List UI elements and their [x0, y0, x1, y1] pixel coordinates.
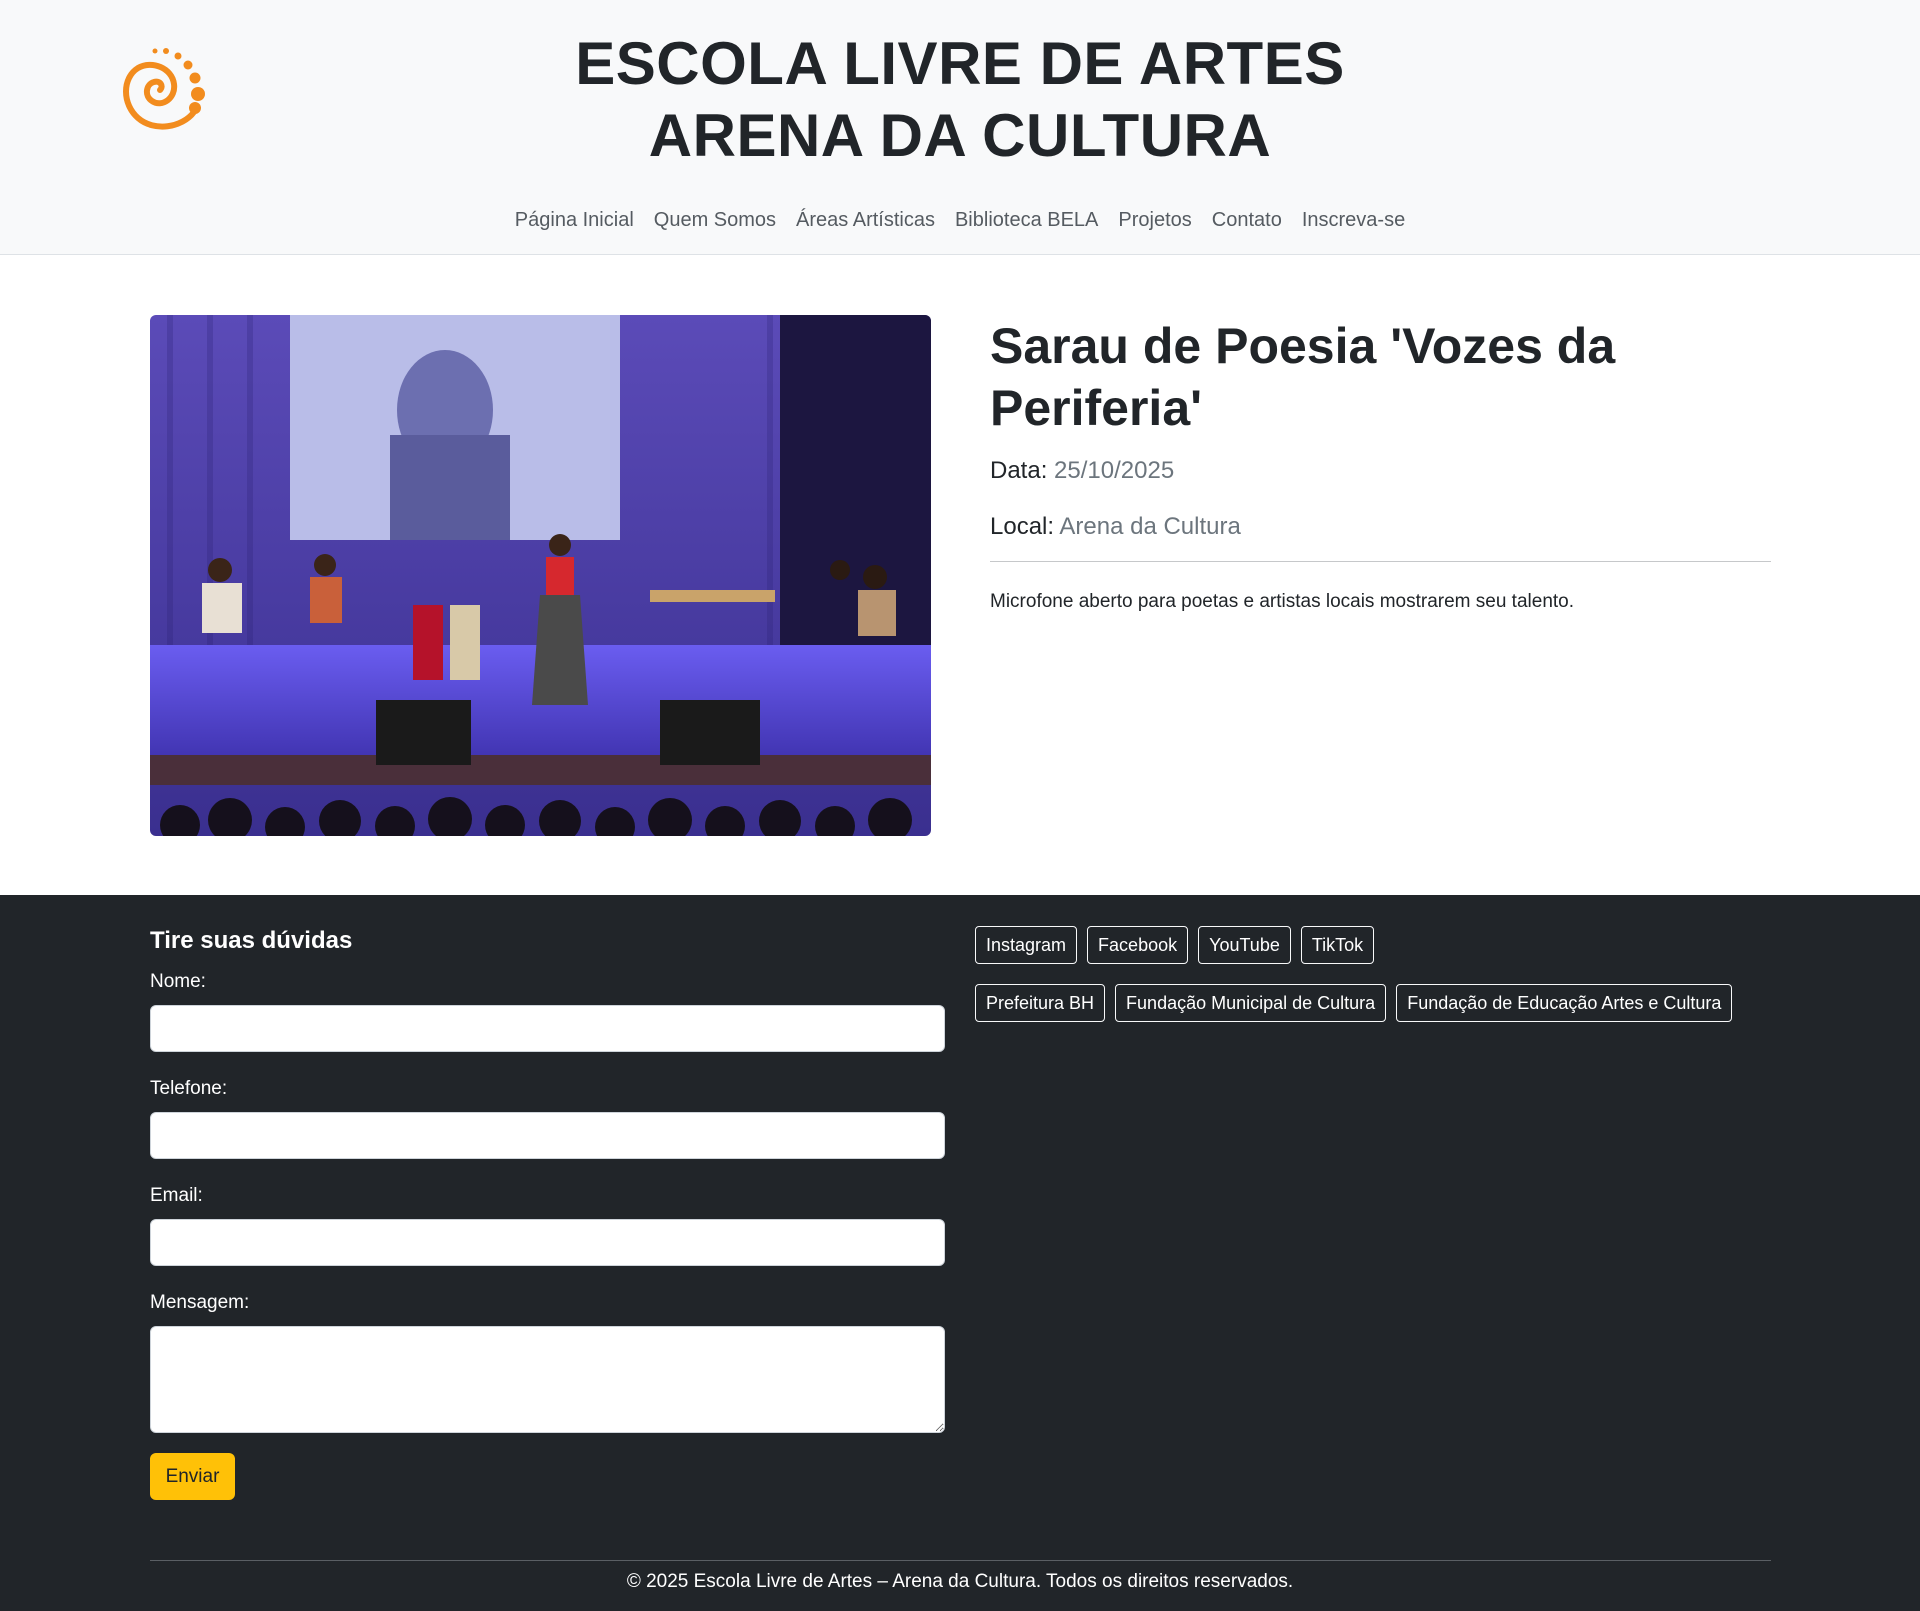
message-field[interactable] — [150, 1326, 945, 1433]
site-footer: Tire suas dúvidas Nome: Telefone: Email:… — [0, 895, 1920, 1611]
nav-art-areas[interactable]: Áreas Artísticas — [796, 206, 935, 234]
site-title-line1: ESCOLA LIVRE DE ARTES — [575, 30, 1345, 97]
footer-divider — [150, 1560, 1771, 1561]
event-date-label: Data: — [990, 457, 1048, 484]
event-details: Sarau de Poesia 'Vozes da Periferia' Dat… — [990, 315, 1771, 616]
nav-about[interactable]: Quem Somos — [654, 206, 776, 234]
main-nav: Página Inicial Quem Somos Áreas Artístic… — [0, 206, 1920, 234]
facebook-link[interactable]: Facebook — [1087, 926, 1189, 964]
phone-label: Telefone: — [150, 1078, 228, 1099]
tiktok-link[interactable]: TikTok — [1300, 926, 1375, 964]
youtube-link[interactable]: YouTube — [1198, 926, 1291, 964]
event-place-label: Local: — [990, 513, 1055, 540]
fmc-link[interactable]: Fundação Municipal de Cultura — [1115, 984, 1387, 1022]
site-title: ESCOLA LIVRE DE ARTES ARENA DA CULTURA — [0, 28, 1920, 172]
name-label: Nome: — [150, 971, 206, 992]
partner-links: Prefeitura BH Fundação Municipal de Cult… — [975, 984, 1733, 1022]
nav-contact[interactable]: Contato — [1212, 206, 1282, 234]
send-button[interactable]: Enviar — [150, 1453, 235, 1500]
event-place: Local: Arena da Cultura — [990, 511, 1771, 543]
name-field[interactable] — [150, 1005, 945, 1052]
message-label: Mensagem: — [150, 1292, 250, 1313]
site-header: ESCOLA LIVRE DE ARTES ARENA DA CULTURA P… — [0, 0, 1920, 255]
email-label: Email: — [150, 1185, 203, 1206]
prefeitura-link[interactable]: Prefeitura BH — [975, 984, 1106, 1022]
event-photo — [150, 315, 931, 836]
site-title-line2: ARENA DA CULTURA — [648, 102, 1272, 169]
nav-projects[interactable]: Projetos — [1118, 206, 1191, 234]
phone-field[interactable] — [150, 1112, 945, 1159]
event-title: Sarau de Poesia 'Vozes da Periferia' — [990, 318, 1616, 436]
email-field[interactable] — [150, 1219, 945, 1266]
divider — [990, 561, 1771, 562]
contact-form-title: Tire suas dúvidas — [150, 927, 353, 954]
instagram-link[interactable]: Instagram — [975, 926, 1078, 964]
event-place-value: Arena da Cultura — [1059, 513, 1241, 540]
nav-home[interactable]: Página Inicial — [515, 206, 634, 234]
fundacao-educacao-link[interactable]: Fundação de Educação Artes e Cultura — [1396, 984, 1733, 1022]
social-links: Instagram Facebook YouTube TikTok — [975, 926, 1375, 964]
event-description: Microfone aberto para poetas e artistas … — [990, 591, 1575, 612]
event-date-value: 25/10/2025 — [1054, 457, 1175, 484]
nav-signup[interactable]: Inscreva-se — [1302, 206, 1405, 234]
copyright-text: © 2025 Escola Livre de Artes – Arena da … — [626, 1571, 1294, 1592]
nav-library[interactable]: Biblioteca BELA — [955, 206, 1098, 234]
event-date: Data: 25/10/2025 — [990, 455, 1771, 487]
